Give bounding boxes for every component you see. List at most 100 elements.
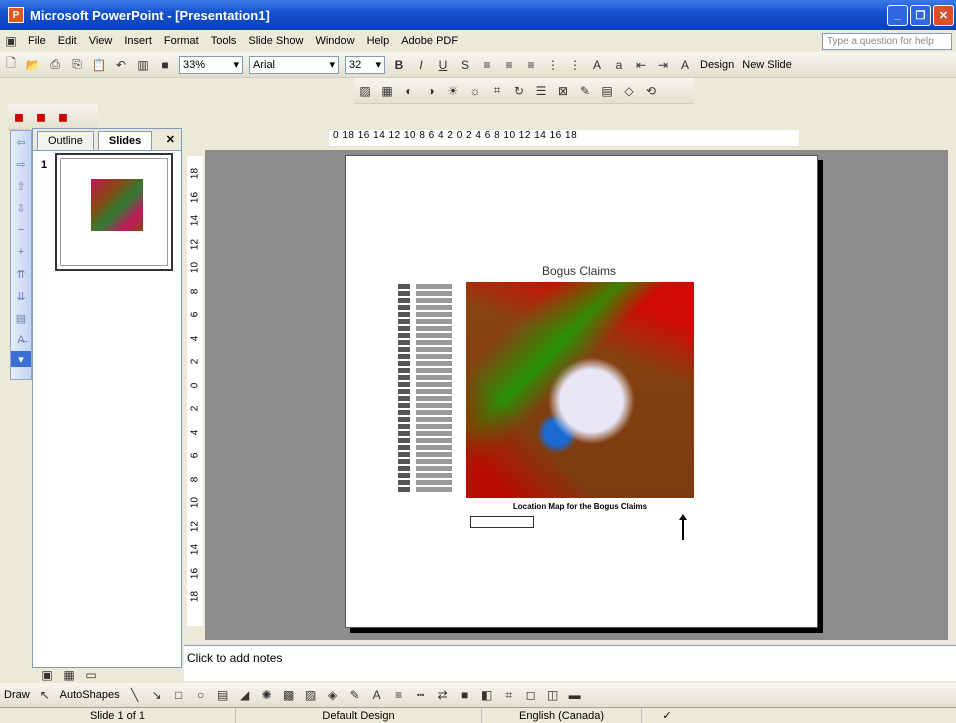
insert-picture-icon[interactable]: ▨: [355, 81, 375, 101]
slide-sorter-icon[interactable]: ▦: [59, 665, 79, 685]
set-transparent-icon[interactable]: ◇: [619, 81, 639, 101]
more-contrast-icon[interactable]: ◐: [399, 81, 419, 101]
font-size-select[interactable]: 32 ▾: [345, 55, 385, 74]
reset-picture-icon[interactable]: ⟲: [641, 81, 661, 101]
color-icon[interactable]: ▦: [377, 81, 397, 101]
font-color-icon[interactable]: A: [675, 55, 695, 75]
clipart-icon[interactable]: ▩: [279, 685, 299, 705]
show-formatting-icon[interactable]: A̶: [11, 329, 31, 351]
callout-icon[interactable]: ◻: [521, 685, 541, 705]
pdf-email-icon[interactable]: ◼: [31, 107, 51, 127]
undo-icon[interactable]: ↶: [111, 55, 131, 75]
zoom-select[interactable]: 33% ▾: [179, 55, 243, 74]
wordart-icon[interactable]: ◢: [235, 685, 255, 705]
paste-icon[interactable]: 📋: [89, 55, 109, 75]
arrow-style-icon[interactable]: ⇄: [433, 685, 453, 705]
arrow-icon[interactable]: ↘: [147, 685, 167, 705]
decrease-font-icon[interactable]: a: [609, 55, 629, 75]
underline-icon[interactable]: U: [433, 55, 453, 75]
expand-icon[interactable]: +: [11, 241, 31, 263]
bullets-icon[interactable]: ⋮: [565, 55, 585, 75]
close-button[interactable]: ✕: [933, 4, 954, 26]
increase-font-icon[interactable]: A: [587, 55, 607, 75]
line-style-icon[interactable]: ☰: [531, 81, 551, 101]
font-color-icon[interactable]: A: [367, 685, 387, 705]
line-icon[interactable]: ╲: [125, 685, 145, 705]
less-contrast-icon[interactable]: ◑: [421, 81, 441, 101]
font-select[interactable]: Arial ▾: [249, 55, 339, 74]
menu-adobe-pdf[interactable]: Adobe PDF: [395, 35, 464, 47]
select-objects-icon[interactable]: ↖: [35, 685, 55, 705]
promote-icon[interactable]: ⇦: [11, 131, 31, 153]
document-icon[interactable]: ▣: [1, 31, 21, 51]
pdf-icon[interactable]: ◼: [9, 107, 29, 127]
design-button[interactable]: Design: [696, 59, 738, 71]
rectangle-icon[interactable]: □: [169, 685, 189, 705]
align-center-icon[interactable]: ≡: [499, 55, 519, 75]
picture-icon[interactable]: ▨: [301, 685, 321, 705]
move-down-icon[interactable]: ⇩: [11, 197, 31, 219]
line-color-icon[interactable]: ✎: [345, 685, 365, 705]
format-picture-icon[interactable]: ▤: [597, 81, 617, 101]
collapse-all-icon[interactable]: ⇈: [11, 263, 31, 285]
new-icon[interactable]: 🗋: [1, 55, 21, 75]
slide-title[interactable]: Bogus Claims: [464, 264, 694, 278]
shadow-icon[interactable]: S: [455, 55, 475, 75]
comment-icon[interactable]: ◫: [543, 685, 563, 705]
line-style-icon[interactable]: ≡: [389, 685, 409, 705]
map-caption[interactable]: Location Map for the Bogus Claims: [466, 502, 694, 511]
move-up-icon[interactable]: ⇧: [11, 175, 31, 197]
italic-icon[interactable]: I: [411, 55, 431, 75]
dash-style-icon[interactable]: ┅: [411, 685, 431, 705]
chart-icon[interactable]: ▥: [133, 55, 153, 75]
autoshapes-menu-button[interactable]: AutoShapes: [56, 689, 124, 701]
spellcheck-icon[interactable]: ✓: [642, 708, 692, 723]
textbox-icon[interactable]: ▤: [213, 685, 233, 705]
menu-tools[interactable]: Tools: [205, 35, 243, 47]
slide[interactable]: Bogus Claims Location Map for the Bogus …: [345, 155, 818, 628]
diagram-icon[interactable]: ✺: [257, 685, 277, 705]
toolbar-options-icon[interactable]: ▾: [11, 351, 31, 367]
slide-thumbnail[interactable]: [55, 153, 173, 271]
menu-view[interactable]: View: [83, 35, 119, 47]
menu-edit[interactable]: Edit: [52, 35, 83, 47]
less-brightness-icon[interactable]: ☼: [465, 81, 485, 101]
demote-icon[interactable]: ⇨: [11, 153, 31, 175]
restore-button[interactable]: ❐: [910, 4, 931, 26]
numbering-icon[interactable]: ⋮: [543, 55, 563, 75]
open-icon[interactable]: 📂: [23, 55, 43, 75]
notes-pane[interactable]: Click to add notes: [184, 645, 956, 681]
menu-window[interactable]: Window: [309, 35, 360, 47]
color-icon[interactable]: ■: [155, 55, 175, 75]
crop-icon[interactable]: ⌗: [487, 81, 507, 101]
slide-show-icon[interactable]: ▭: [81, 665, 101, 685]
menu-format[interactable]: Format: [158, 35, 205, 47]
align-right-icon[interactable]: ≡: [521, 55, 541, 75]
recolor-icon[interactable]: ✎: [575, 81, 595, 101]
increase-indent-icon[interactable]: ⇥: [653, 55, 673, 75]
menu-file[interactable]: File: [22, 35, 52, 47]
map-image[interactable]: [466, 282, 694, 498]
compress-icon[interactable]: ⊠: [553, 81, 573, 101]
more-brightness-icon[interactable]: ☀: [443, 81, 463, 101]
tab-outline[interactable]: Outline: [37, 131, 94, 150]
help-search-input[interactable]: Type a question for help: [822, 32, 952, 50]
bold-icon[interactable]: B: [389, 55, 409, 75]
powerpoint-app-icon[interactable]: P: [8, 7, 24, 23]
new-slide-button[interactable]: New Slide: [738, 59, 796, 71]
tab-slides[interactable]: Slides: [97, 131, 153, 150]
decrease-indent-icon[interactable]: ⇤: [631, 55, 651, 75]
expand-all-icon[interactable]: ⇊: [11, 285, 31, 307]
oval-icon[interactable]: ○: [191, 685, 211, 705]
crop-icon[interactable]: ⌗: [499, 685, 519, 705]
draw-menu-button[interactable]: Draw: [0, 689, 34, 701]
normal-view-icon[interactable]: ▣: [37, 665, 57, 685]
menu-insert[interactable]: Insert: [118, 35, 158, 47]
menu-help[interactable]: Help: [361, 35, 396, 47]
minimize-button[interactable]: _: [887, 4, 908, 26]
collapse-icon[interactable]: −: [11, 219, 31, 241]
fill-color-icon[interactable]: ◈: [323, 685, 343, 705]
pdf-review-icon[interactable]: ◼: [53, 107, 73, 127]
rotate-icon[interactable]: ↻: [509, 81, 529, 101]
print-icon[interactable]: ⎙: [45, 55, 65, 75]
